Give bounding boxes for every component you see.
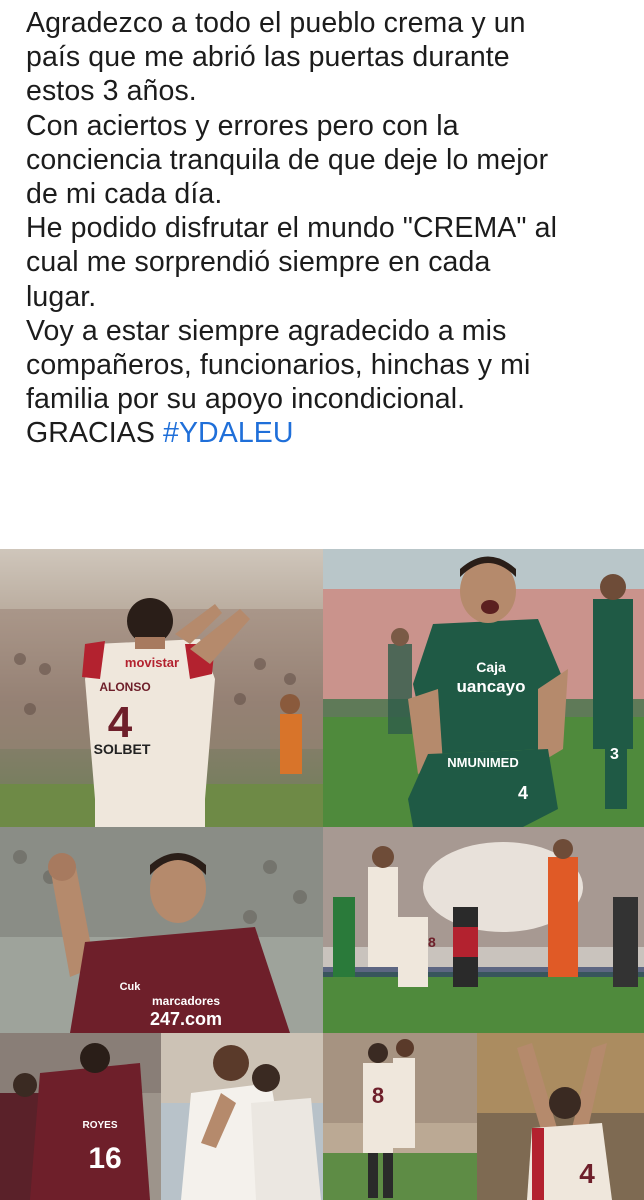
photo-players-embrace-white-kit[interactable]: [161, 1033, 323, 1200]
p2-shorts-text: NMUNIMED: [447, 755, 519, 770]
post-line: Agradezco a todo el pueblo crema y un: [26, 7, 526, 39]
p1-jersey-sponsor: SOLBET: [94, 741, 151, 757]
p7-jersey-number: 8: [372, 1083, 384, 1108]
p2-teammate-number: 3: [610, 746, 619, 763]
post-line: conciencia tranquila de que deje lo mejo…: [26, 143, 549, 176]
p3-chest-text: Cuk: [120, 981, 142, 993]
post-line: Con aciertos y errores pero con la: [26, 109, 459, 142]
post-line-last: GRACIAS #YDALEU: [26, 416, 626, 450]
p8-jersey-number: 4: [579, 1158, 595, 1189]
hashtag-link[interactable]: #YDALEU: [163, 417, 294, 449]
p1-sponsor-top: movistar: [125, 655, 179, 670]
p5-jersey-name: ROYES: [82, 1120, 117, 1131]
post-line: estos 3 años.: [26, 75, 197, 108]
photo-player-arms-raised[interactable]: 4: [477, 1033, 644, 1200]
post-line: He podido disfrutar el mundo "CREMA" al: [26, 212, 558, 245]
p2-sponsor-line2: uancayo: [457, 677, 526, 696]
p2-sponsor-line1: Caja: [476, 659, 506, 675]
post-line: país que me abrió las puertas durante: [26, 41, 510, 74]
post-line: cual me sorprendió siempre en cada: [26, 246, 491, 279]
p1-jersey-name: ALONSO: [99, 680, 150, 694]
photo-match-celebration[interactable]: 8: [323, 827, 644, 1033]
p3-sponsor-line1: marcadores: [152, 994, 220, 1008]
photo-players-walking-pitch[interactable]: 8: [323, 1033, 477, 1200]
photo-players-hugging-granate[interactable]: ROYES 16: [0, 1033, 161, 1200]
photo-player-fist-granate-kit[interactable]: Cuk marcadores 247.com: [0, 827, 323, 1033]
photo-player-heart-hands[interactable]: movistar ALONSO 4 SOLBET: [0, 549, 323, 827]
p4-shorts-number: 8: [428, 934, 436, 950]
post-text: Agradezco a todo el pueblo crema y un pa…: [26, 6, 626, 451]
p3-sponsor-line2: 247.com: [150, 1009, 222, 1029]
photo-collage[interactable]: movistar ALONSO 4 SOLBET 3 Caja uancayo …: [0, 549, 644, 1200]
p5-jersey-number: 16: [88, 1142, 121, 1175]
post-line: de mi cada día.: [26, 178, 223, 211]
p1-jersey-number: 4: [108, 698, 133, 747]
p2-shorts-number: 4: [518, 783, 528, 803]
photo-player-celebrating-green-kit[interactable]: 3 Caja uancayo NMUNIMED 4: [323, 549, 644, 827]
post-line: Voy a estar siempre agradecido a mis: [26, 314, 507, 347]
closing-word: GRACIAS: [26, 417, 163, 450]
post-line: compañeros, funcionarios, hinchas y mi: [26, 349, 531, 382]
post-line: familia por su apoyo incondicional.: [26, 383, 466, 416]
post-line: lugar.: [26, 280, 97, 313]
